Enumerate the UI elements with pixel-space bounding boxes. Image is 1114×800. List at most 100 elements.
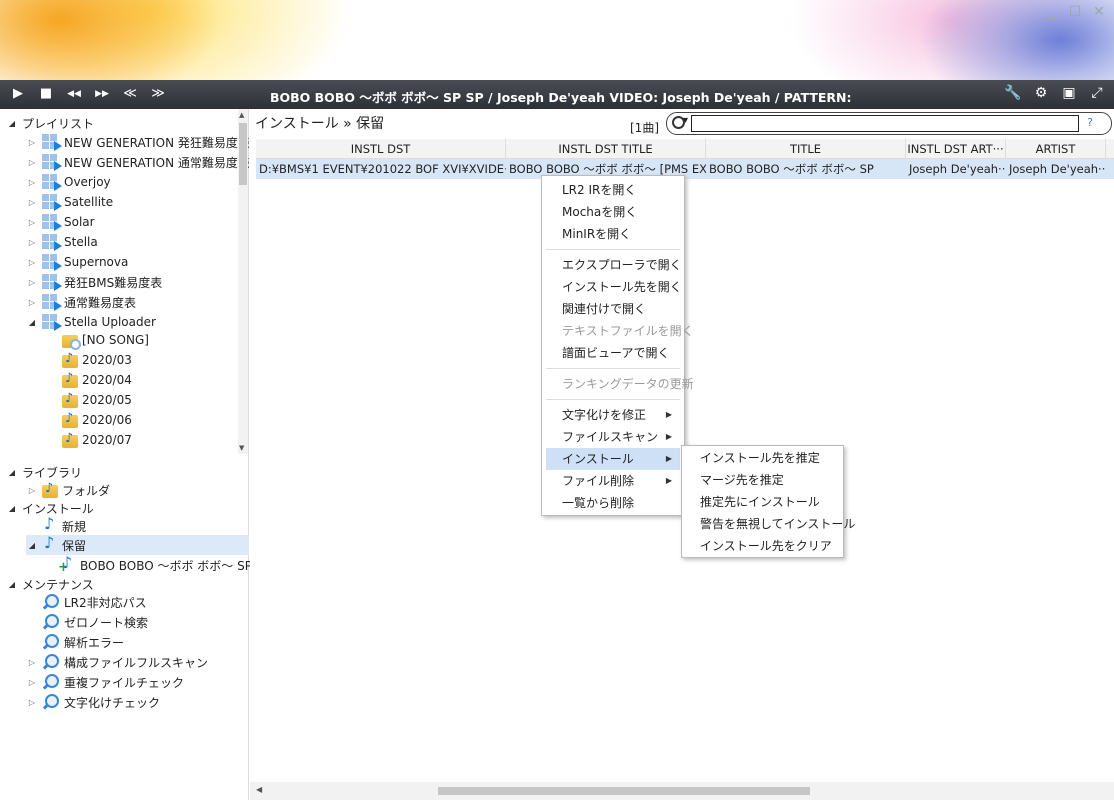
collapse-icon[interactable]: ◢ (26, 318, 38, 327)
menu-item-open-chart-viewer[interactable]: 譜面ビューアで開く (546, 342, 680, 364)
playlist-item[interactable]: ▷ Overjoy (26, 172, 111, 192)
playlist-item[interactable]: ◢ Stella Uploader (26, 312, 156, 332)
playlist-subitem[interactable]: 2020/05 (62, 390, 132, 410)
menu-item-open-associated[interactable]: 関連付けで開く (546, 298, 680, 320)
menu-item-open-minir[interactable]: MinIRを開く (546, 223, 680, 245)
expand-icon[interactable]: ▷ (26, 678, 38, 687)
collapse-icon[interactable]: ◢ (6, 504, 18, 513)
tree-node-hold-song[interactable]: BOBO BOBO ～ボボ ボボ～ SP (58, 553, 252, 575)
tree-node-library[interactable]: ◢ ライブラリ (6, 462, 82, 482)
expand-icon[interactable]: ▷ (26, 158, 38, 167)
scroll-down-icon[interactable]: ▼ (239, 444, 244, 452)
menu-item-open-lr2ir[interactable]: LR2 IRを開く (546, 179, 680, 201)
playlist-subitem[interactable]: [NO SONG] (62, 330, 149, 350)
submenu-item-estimate-dest[interactable]: インストール先を推定 (686, 447, 841, 469)
tree-node-label: フォルダ (62, 483, 111, 498)
playlist-item[interactable]: ▷ 通常難易度表 (26, 292, 136, 312)
help-button[interactable]: ? (1087, 116, 1093, 129)
scroll-up-icon[interactable]: ▲ (239, 111, 244, 119)
collapse-icon[interactable]: ◢ (6, 468, 18, 477)
playlist-label: 通常難易度表 (64, 295, 137, 310)
install-submenu: インストール先を推定 マージ先を推定 推定先にインストール 警告を無視してインス… (681, 445, 855, 558)
search-icon[interactable] (670, 115, 692, 132)
playlist-item[interactable]: ▷ 発狂BMS難易度表 (26, 272, 162, 292)
expand-icon[interactable]: ⤢ (1088, 85, 1106, 101)
tree-node-maintenance-item[interactable]: ▷ 重複ファイルチェック (26, 672, 184, 692)
submenu-item-clear-dest[interactable]: インストール先をクリア (686, 535, 841, 557)
table-cell: Joseph De'yeah··· (909, 162, 1006, 176)
playlist-label: NEW GENERATION 通常難易度表 (64, 155, 249, 170)
column-header[interactable]: INSTL DST (256, 139, 506, 158)
playlist-subitem[interactable]: 2020/06 (62, 410, 132, 430)
expand-icon[interactable]: ▷ (26, 658, 38, 667)
menu-item-open-explorer[interactable]: エクスプローラで開く (546, 254, 682, 276)
search-input[interactable] (691, 115, 1079, 132)
menu-separator (546, 368, 680, 369)
expand-icon[interactable]: ▷ (26, 486, 38, 495)
tree-node-maintenance-item[interactable]: 解析エラー (42, 632, 124, 652)
next-track-icon[interactable]: ≫ (150, 86, 166, 103)
collapse-icon[interactable]: ◢ (6, 119, 18, 128)
tree-node-hold[interactable]: ◢ 保留 (26, 533, 249, 555)
minimize-icon[interactable]: ▁ (1044, 4, 1058, 20)
menu-item-remove-from-list[interactable]: 一覧から削除 (546, 492, 680, 514)
play-icon[interactable]: ▶ (10, 86, 26, 103)
playlist-subitem[interactable]: 2020/07 (62, 430, 132, 450)
tree-node-maintenance-item[interactable]: LR2非対応パス (42, 592, 147, 612)
menu-item-file-scan[interactable]: ファイルスキャン ▶ (546, 426, 680, 448)
playlist-subitem[interactable]: 2020/04 (62, 370, 132, 390)
expand-icon[interactable]: ▷ (26, 278, 38, 287)
playlist-subitem[interactable]: 2020/03 (62, 350, 132, 370)
stop-icon[interactable]: ■ (38, 86, 54, 103)
tree-vertical-scrollbar[interactable]: ▲ ▼ (238, 109, 248, 454)
scrollbar-thumb[interactable] (438, 787, 810, 795)
menu-item-open-mocha[interactable]: Mochaを開く (546, 201, 680, 223)
submenu-item-install-ignore-warnings[interactable]: 警告を無視してインストール (686, 513, 855, 535)
close-icon[interactable]: ✕ (1092, 4, 1106, 20)
tree-node-maintenance-item[interactable]: ゼロノート検索 (42, 612, 148, 632)
menu-item-fix-mojibake[interactable]: 文字化けを修正 ▶ (546, 404, 680, 426)
fast-forward-icon[interactable]: ▶▶ (94, 86, 110, 103)
submenu-item-estimate-merge[interactable]: マージ先を推定 (686, 469, 841, 491)
gear-icon[interactable]: ⚙ (1032, 85, 1050, 101)
collapse-icon[interactable]: ◢ (6, 580, 18, 589)
column-header[interactable]: INSTL DST ART··· (906, 139, 1006, 158)
expand-icon[interactable]: ▷ (26, 138, 38, 147)
menu-item-open-install-dest[interactable]: インストール先を開く (546, 276, 682, 298)
image-icon[interactable]: ▣ (1060, 85, 1078, 101)
maximize-icon[interactable]: ☐ (1068, 4, 1082, 20)
wrench-icon[interactable]: 🔧 (1004, 85, 1022, 101)
collapse-icon[interactable]: ◢ (26, 541, 38, 550)
tree-node-maintenance-item[interactable]: ▷ 文字化けチェック (26, 692, 160, 712)
playlist-item[interactable]: ▷ Stella (26, 232, 98, 252)
playlist-item[interactable]: ▷ NEW GENERATION 発狂難易度表 (26, 132, 249, 152)
column-header[interactable]: INSTL DST TITLE (506, 139, 706, 158)
expand-icon[interactable]: ▷ (26, 238, 38, 247)
rewind-icon[interactable]: ◀◀ (66, 86, 82, 103)
expand-icon[interactable]: ▷ (26, 218, 38, 227)
tree-node-folder[interactable]: ▷ フォルダ (26, 480, 110, 500)
horizontal-scrollbar[interactable]: ◀ (250, 782, 1114, 800)
playlist-item[interactable]: ▷ NEW GENERATION 通常難易度表 (26, 152, 249, 172)
submenu-item-install-estimated[interactable]: 推定先にインストール (686, 491, 841, 513)
scroll-left-icon[interactable]: ◀ (256, 785, 262, 794)
menu-item-install[interactable]: インストール ▶ (546, 448, 680, 470)
table-row[interactable]: D:¥BMS¥1 EVENT¥201022 BOF XVI¥XVIDE··· B… (256, 159, 1114, 179)
scrollbar-thumb[interactable] (239, 123, 247, 185)
tree-node-maintenance-item[interactable]: ▷ 構成ファイルフルスキャン (26, 652, 208, 672)
expand-icon[interactable]: ▷ (26, 298, 38, 307)
previous-track-icon[interactable]: ≪ (122, 86, 138, 103)
column-header[interactable]: ARTIST (1006, 139, 1106, 158)
menu-item-delete-file[interactable]: ファイル削除 ▶ (546, 470, 680, 492)
expand-icon[interactable]: ▷ (26, 698, 38, 707)
playlist-item[interactable]: ▷ Satellite (26, 192, 113, 212)
expand-icon[interactable]: ▷ (26, 198, 38, 207)
expand-icon[interactable]: ▷ (26, 178, 38, 187)
column-header[interactable]: TITLE (706, 139, 906, 158)
tree-node-maintenance[interactable]: ◢ メンテナンス (6, 574, 94, 594)
tree-node-playlist[interactable]: ◢ プレイリスト (6, 113, 94, 133)
playlist-label: 発狂BMS難易度表 (64, 275, 163, 290)
playlist-item[interactable]: ▷ Supernova (26, 252, 128, 272)
expand-icon[interactable]: ▷ (26, 258, 38, 267)
playlist-item[interactable]: ▷ Solar (26, 212, 95, 232)
